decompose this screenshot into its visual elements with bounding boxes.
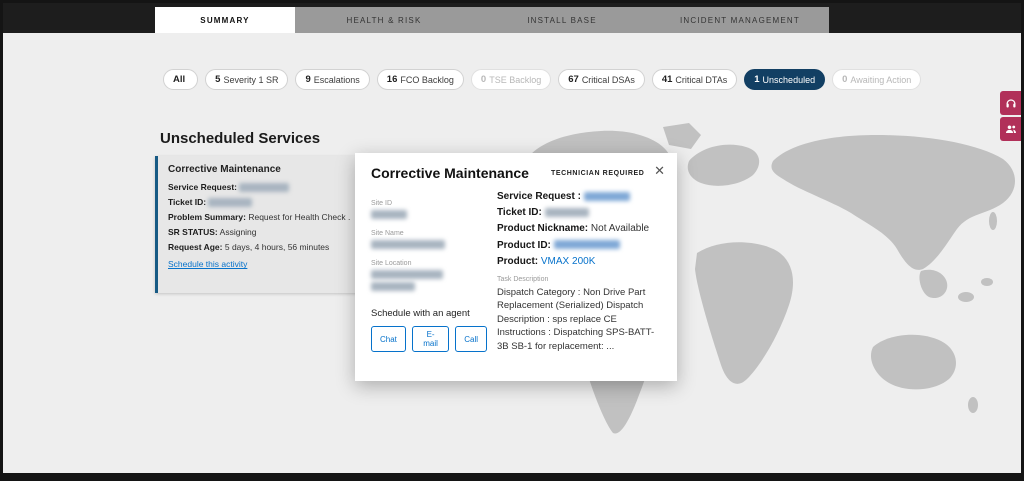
modal-site-column: Site ID Site Name Site Location Schedule… (371, 189, 487, 353)
card-request-age-row: Request Age: 5 days, 4 hours, 56 minutes (168, 240, 381, 255)
filter-severity-1-sr[interactable]: 5 Severity 1 SR (205, 69, 288, 90)
card-ticket-id-row: Ticket ID: (168, 195, 381, 210)
community-button[interactable] (1000, 117, 1021, 141)
redacted-modal-ticket-id (545, 208, 589, 217)
right-action-rail (1000, 91, 1021, 141)
filter-escalations[interactable]: 9 Escalations (295, 69, 369, 90)
redacted-site-name (371, 240, 445, 249)
tab-incident-management[interactable]: INCIDENT MANAGEMENT (651, 7, 829, 33)
technician-required-badge: TECHNICIAN REQUIRED (551, 170, 644, 177)
tab-summary[interactable]: SUMMARY (155, 7, 295, 33)
schedule-activity-link[interactable]: Schedule this activity (168, 259, 247, 269)
tab-health-risk[interactable]: HEALTH & RISK (295, 7, 473, 33)
filter-all[interactable]: All (163, 69, 198, 90)
task-description-label: Task Description (497, 276, 665, 283)
card-title: Corrective Maintenance (168, 164, 281, 175)
redacted-site-location-2 (371, 282, 415, 291)
support-contact-button[interactable] (1000, 91, 1021, 115)
modal-service-request-row: Service Request : (497, 189, 665, 205)
email-button[interactable]: E-mail (412, 326, 449, 352)
redacted-product-id (554, 240, 620, 249)
tab-install-base[interactable]: INSTALL BASE (473, 7, 651, 33)
call-button[interactable]: Call (455, 326, 487, 352)
filter-awaiting-action: 0 Awaiting Action (832, 69, 921, 90)
task-description-text: Dispatch Category : Non Drive Part Repla… (497, 286, 665, 353)
redacted-site-id (371, 210, 407, 219)
card-sr-status-row: SR STATUS: Assigning (168, 225, 381, 240)
chat-button[interactable]: Chat (371, 326, 406, 352)
headset-icon (1005, 97, 1017, 109)
redacted-modal-service-request (584, 192, 630, 201)
modal-title: Corrective Maintenance (371, 165, 529, 181)
modal-ticket-id-row: Ticket ID: (497, 205, 665, 221)
redacted-site-location-1 (371, 270, 443, 279)
modal-product-row: Product: VMAX 200K (497, 254, 665, 270)
top-navigation-bar: SUMMARY HEALTH & RISK INSTALL BASE INCID… (3, 3, 1021, 33)
redacted-service-request (239, 183, 289, 192)
modal-details-column: Service Request : Ticket ID: Product Nic… (487, 189, 665, 353)
modal-product-nickname-row: Product Nickname: Not Available (497, 221, 665, 237)
modal-product-id-row: Product ID: (497, 238, 665, 254)
filter-pill-row: All 5 Severity 1 SR 9 Escalations 16 FCO… (163, 69, 921, 90)
bottom-frame-bar (3, 473, 1021, 478)
myservice360-dashboard: SUMMARY HEALTH & RISK INSTALL BASE INCID… (0, 0, 1024, 481)
corrective-maintenance-modal: ✕ Corrective Maintenance TECHNICIAN REQU… (355, 153, 677, 381)
people-icon (1005, 123, 1017, 135)
filter-unscheduled[interactable]: 1 Unscheduled (744, 69, 825, 90)
filter-critical-dsas[interactable]: 67 Critical DSAs (558, 69, 645, 90)
redacted-ticket-id (208, 198, 252, 207)
filter-all-label: All (173, 74, 185, 85)
site-name-label: Site Name (371, 230, 487, 237)
product-link[interactable]: VMAX 200K (541, 256, 595, 267)
filter-fco-backlog[interactable]: 16 FCO Backlog (377, 69, 464, 90)
card-service-request-row: Service Request: (168, 180, 381, 195)
page-title: Unscheduled Services (160, 130, 320, 147)
filter-critical-dtas[interactable]: 41 Critical DTAs (652, 69, 737, 90)
tab-strip: SUMMARY HEALTH & RISK INSTALL BASE INCID… (155, 7, 829, 33)
card-problem-summary-row: Problem Summary: Request for Health Chec… (168, 210, 381, 225)
schedule-with-agent-label: Schedule with an agent (371, 308, 487, 319)
close-icon[interactable]: ✕ (654, 163, 665, 179)
site-location-label: Site Location (371, 260, 487, 267)
filter-tse-backlog: 0 TSE Backlog (471, 69, 551, 90)
site-id-label: Site ID (371, 200, 487, 207)
